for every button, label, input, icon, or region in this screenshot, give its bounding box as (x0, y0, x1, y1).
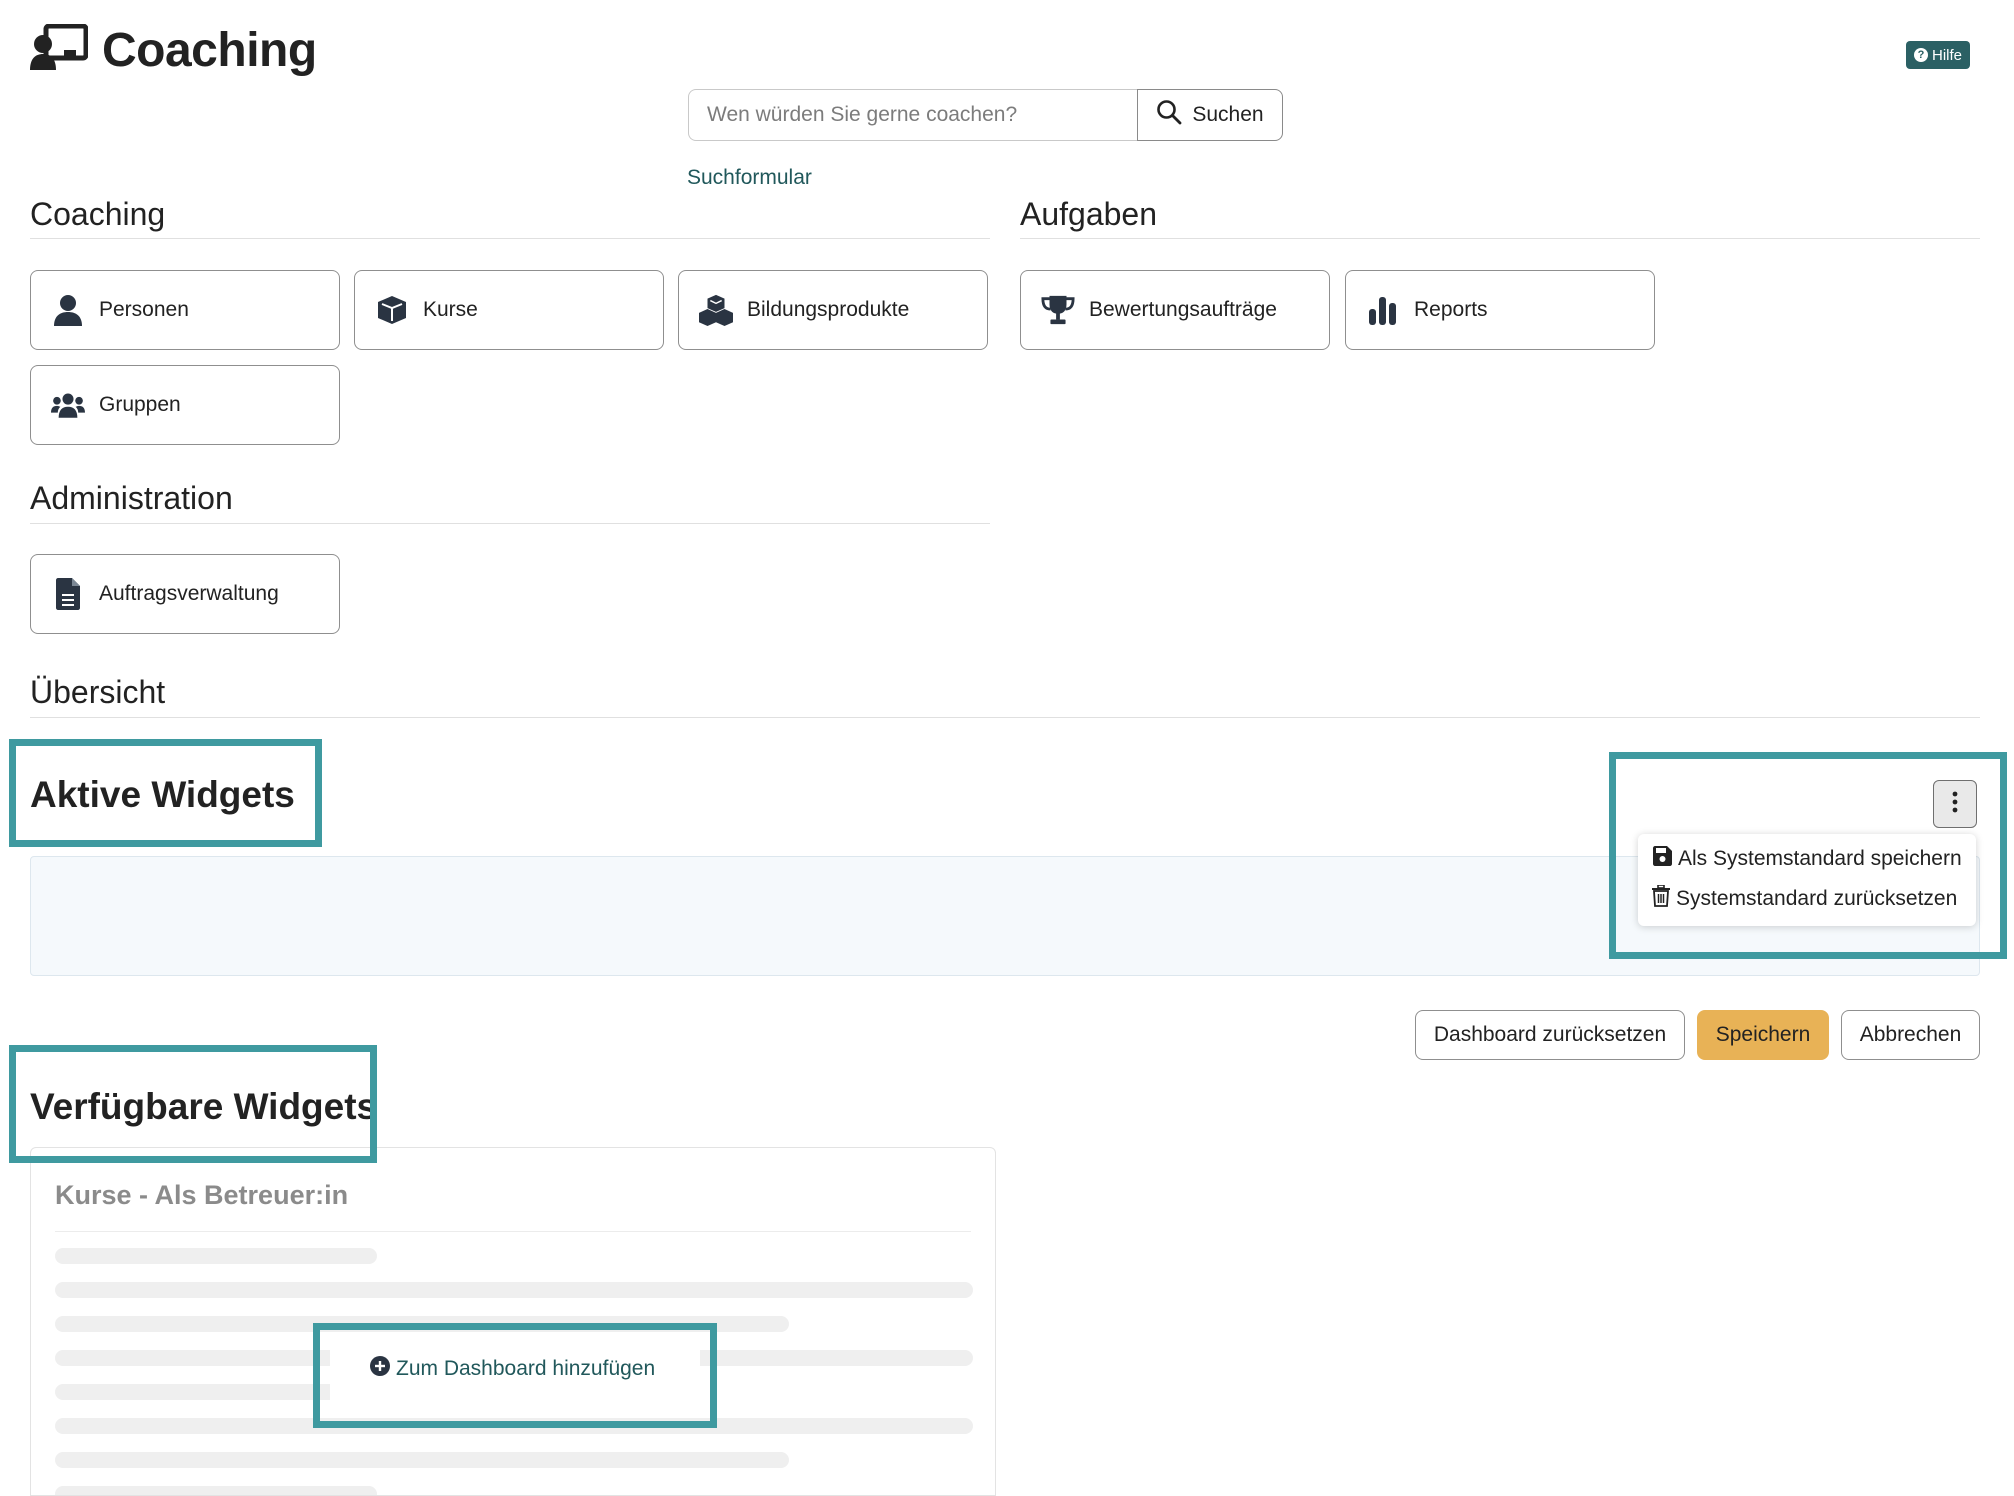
page-header: Coaching (30, 18, 317, 82)
users-icon (51, 388, 85, 422)
skeleton-line (55, 1452, 789, 1468)
bar-chart-icon (1366, 293, 1400, 327)
highlight-frame (1609, 752, 2007, 959)
cubes-icon (699, 293, 733, 327)
person-icon (51, 293, 85, 327)
widget-card-title: Kurse - Als Betreuer:in (55, 1180, 349, 1210)
search-group: Suchen (688, 89, 1283, 141)
highlight-frame (9, 1045, 377, 1163)
section-divider (30, 523, 990, 524)
widget-card-courses-coach: Kurse - Als Betreuer:in (30, 1147, 996, 1496)
trophy-icon (1041, 293, 1075, 327)
tile-bildungsprodukte[interactable]: Bildungsprodukte (678, 270, 988, 350)
skeleton-line (55, 1282, 973, 1298)
tile-label: Auftragsverwaltung (99, 582, 279, 605)
tile-label: Personen (99, 298, 189, 321)
tile-label: Kurse (423, 298, 478, 321)
section-heading-coaching: Coaching (30, 196, 166, 232)
section-divider (30, 238, 990, 239)
section-divider (1020, 238, 1980, 239)
search-icon (1156, 99, 1182, 131)
cancel-button[interactable]: Abbrechen (1841, 1010, 1980, 1060)
search-input[interactable] (688, 89, 1137, 141)
coaching-icon (30, 23, 89, 77)
question-icon: ? (1913, 48, 1928, 62)
search-button-label: Suchen (1192, 103, 1264, 126)
reset-dashboard-button[interactable]: Dashboard zurücksetzen (1415, 1010, 1685, 1060)
page-title: Coaching (102, 23, 317, 77)
save-button[interactable]: Speichern (1697, 1010, 1829, 1060)
help-label: Hilfe (1931, 46, 1962, 64)
search-button[interactable]: Suchen (1137, 89, 1283, 141)
highlight-frame (9, 739, 322, 847)
tile-label: Reports (1414, 298, 1488, 321)
cube-icon (375, 293, 409, 327)
skeleton-line (55, 1248, 377, 1264)
help-button[interactable]: ? Hilfe (1905, 41, 1970, 69)
skeleton-line (55, 1486, 377, 1495)
document-icon (51, 577, 85, 611)
tile-label: Bewertungsaufträge (1089, 298, 1277, 321)
card-divider (55, 1231, 971, 1232)
section-divider (30, 717, 1980, 718)
tile-gruppen[interactable]: Gruppen (30, 365, 340, 445)
tile-label: Bildungsprodukte (747, 298, 910, 321)
tile-bewertungsauftraege[interactable]: Bewertungsaufträge (1020, 270, 1330, 350)
tile-reports[interactable]: Reports (1345, 270, 1655, 350)
section-heading-aufgaben: Aufgaben (1020, 196, 1158, 232)
tile-auftragsverwaltung[interactable]: Auftragsverwaltung (30, 554, 340, 634)
search-form-link[interactable]: Suchformular (687, 166, 812, 190)
highlight-frame (313, 1323, 717, 1428)
tile-kurse[interactable]: Kurse (354, 270, 664, 350)
section-heading-uebersicht: Übersicht (30, 674, 166, 710)
section-heading-administration: Administration (30, 480, 233, 516)
tile-personen[interactable]: Personen (30, 270, 340, 350)
tile-label: Gruppen (99, 393, 181, 416)
